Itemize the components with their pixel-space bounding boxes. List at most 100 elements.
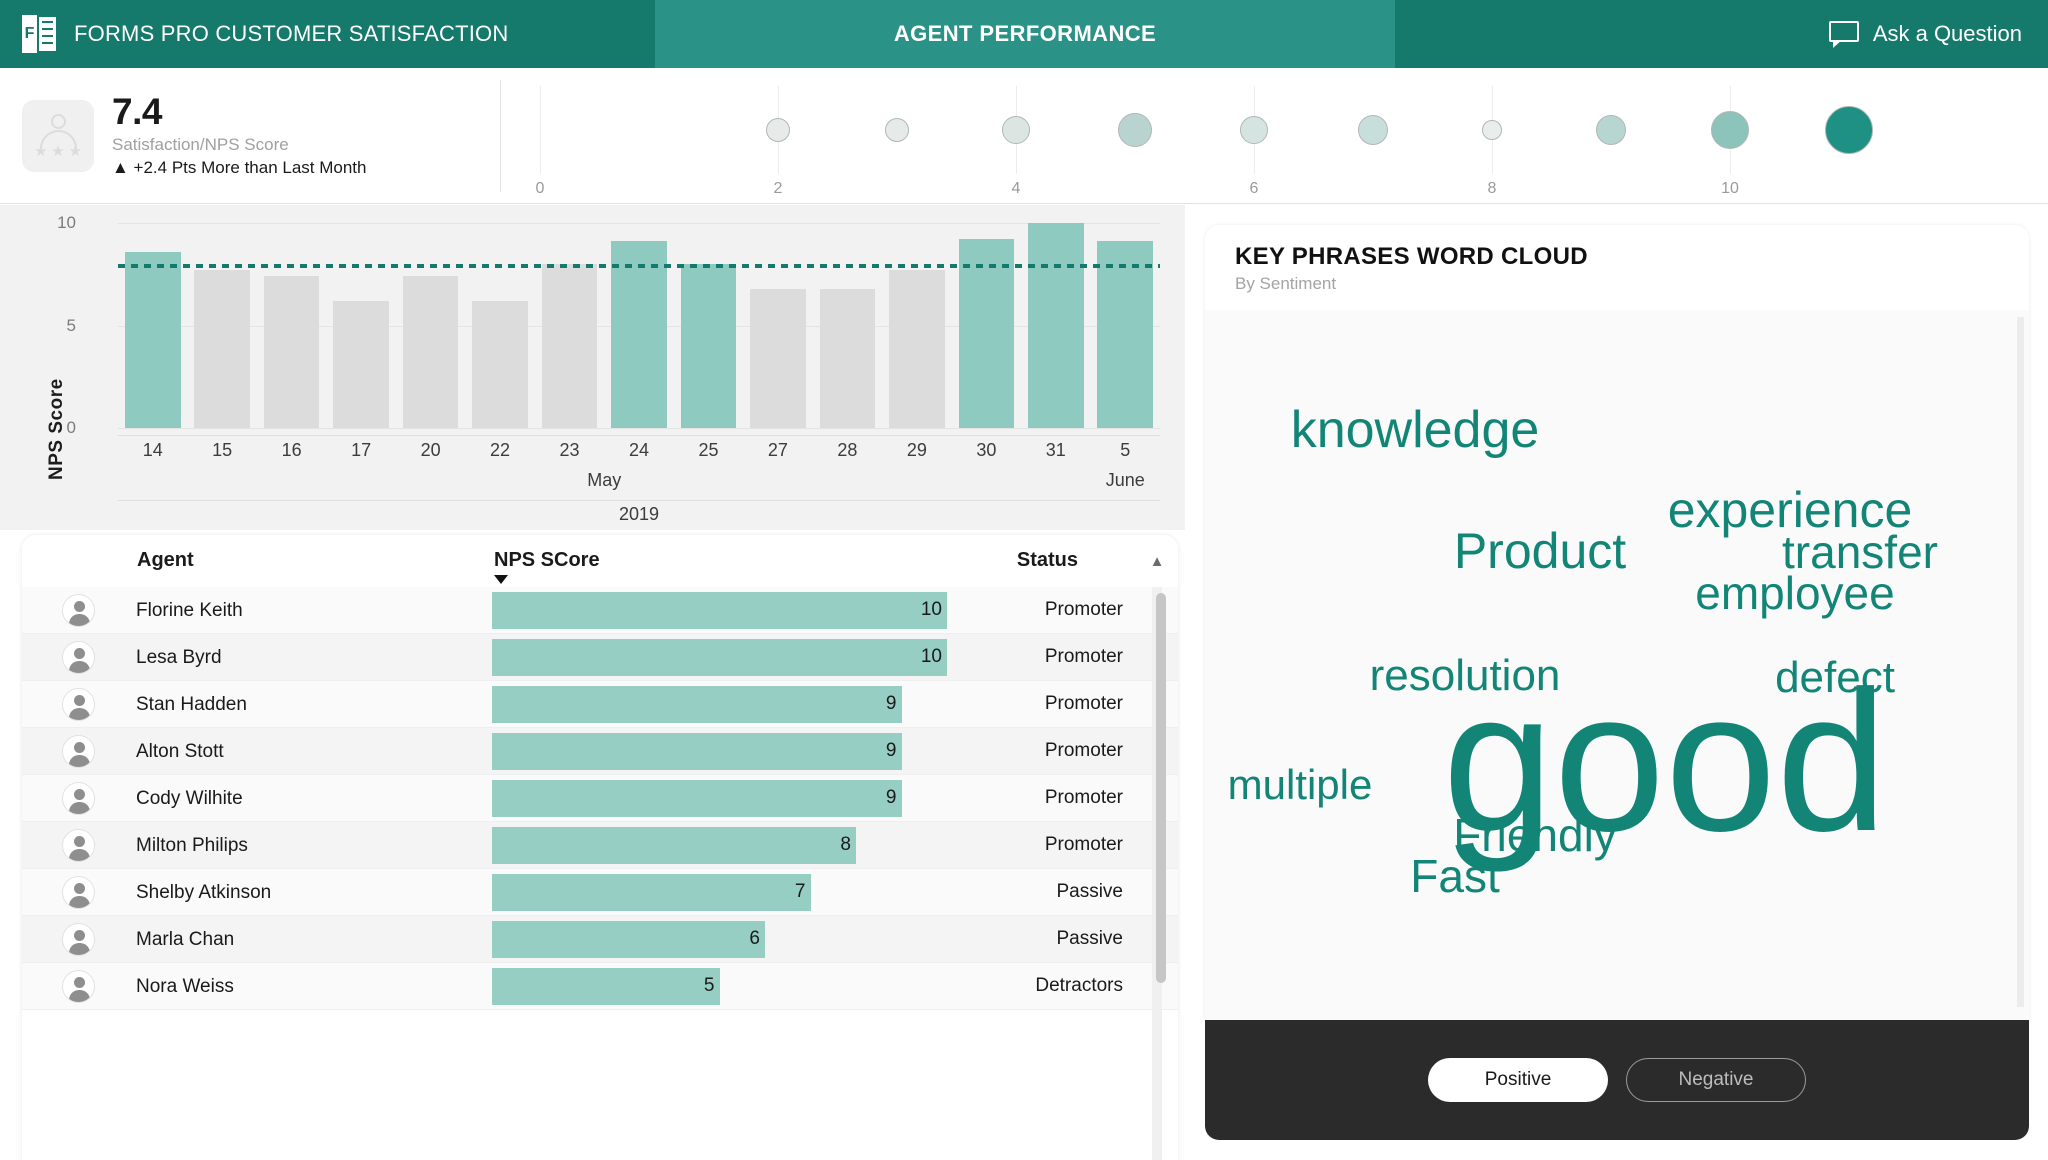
nps-score-bar[interactable] [492, 780, 902, 817]
nps-bubble-8[interactable] [1711, 111, 1749, 149]
table-header-row: Agent NPS SCore Status [22, 535, 1178, 587]
status-badge: Promoter [1044, 834, 1123, 855]
nps-distribution-bubble-scale[interactable]: 0 2 4 6 8 10 [500, 68, 2048, 203]
table-row[interactable]: Nora Weiss 5 Detractors [22, 963, 1178, 1010]
table-row[interactable]: Cody Wilhite 9 Promoter [22, 775, 1178, 822]
x-axis-tick-15: 15 [212, 440, 233, 460]
status-badge: Promoter [1044, 646, 1123, 667]
x-axis-year-group: 2019 [118, 500, 1160, 528]
agent-name: Alton Stott [136, 741, 224, 762]
nps-score-bar-chart[interactable]: NPS Score 0 5 10 May June 2019 14 15 16 17 20 22… [0, 205, 1185, 530]
ask-a-question-button[interactable]: Ask a Question [1395, 0, 2048, 68]
word-cloud-title: KEY PHRASES WORD CLOUD [1235, 243, 1588, 270]
nps-score-bar[interactable] [492, 733, 902, 770]
nps-bar-20[interactable] [402, 276, 459, 428]
nps-bubble-9[interactable] [1825, 106, 1873, 154]
bar-chart-plot-area: 0 5 10 [57, 213, 1160, 437]
nps-bar-17[interactable] [333, 300, 389, 428]
nps-score-bar[interactable] [492, 874, 811, 911]
chart-y-tick-0: 0 [66, 418, 76, 437]
agent-name: Cody Wilhite [136, 788, 243, 809]
nps-bubble-7[interactable] [1596, 115, 1626, 145]
word-cloud-subtitle: By Sentiment [1235, 274, 1337, 293]
chart-y-tick-5: 5 [66, 315, 76, 335]
table-scrollbar[interactable]: ▲ ▼ [1148, 553, 1166, 1160]
table-row[interactable]: Lesa Byrd 10 Promoter [22, 634, 1178, 681]
nps-bar-15[interactable] [194, 270, 250, 428]
avatar [62, 923, 95, 956]
nps-score-bar[interactable] [492, 827, 856, 864]
x-axis-tick-17: 17 [351, 440, 372, 460]
nps-bar-16[interactable] [263, 276, 320, 428]
word-cloud-term-employee[interactable]: employee [1695, 570, 1894, 616]
satisfaction-rating-icon: ★ ★ ★ [22, 99, 94, 172]
nps-bubble-5[interactable] [1358, 115, 1388, 145]
chart-y-tick-10: 10 [57, 213, 76, 232]
kpi-subtitle: Satisfaction/NPS Score [112, 134, 289, 154]
nps-bar-28[interactable] [819, 288, 876, 428]
left-column: NPS Score 0 5 10 May June 2019 14 15 16 17 20 22… [0, 205, 1185, 1160]
nps-bar-5[interactable] [1097, 241, 1154, 428]
x-axis-group-may: May [587, 470, 622, 490]
nps-bar-24[interactable] [611, 241, 667, 428]
sentiment-positive-button[interactable]: Positive [1428, 1058, 1608, 1102]
table-row[interactable]: Marla Chan 6 Passive [22, 916, 1178, 963]
table-row[interactable]: Florine Keith 10 Promoter [22, 587, 1178, 634]
chart-gridline-0 [118, 428, 1160, 429]
word-cloud-term-multiple[interactable]: multiple [1228, 764, 1373, 806]
x-axis-tick-28: 28 [837, 440, 858, 460]
status-badge: Promoter [1044, 740, 1123, 761]
top-navigation-bar: F FORMS PRO CUSTOMER SATISFACTION AGENT … [0, 0, 2048, 68]
word-cloud-term-fast[interactable]: Fast [1410, 853, 1499, 899]
word-cloud-body[interactable]: knowledge experience Product transfer employ… [1205, 310, 2029, 1020]
nps-bubble-4[interactable] [1240, 116, 1268, 144]
table-row[interactable]: Stan Hadden 9 Promoter [22, 681, 1178, 728]
chart-gridline-10 [118, 223, 1160, 224]
word-cloud-scrollbar[interactable] [2017, 317, 2024, 1007]
agent-name: Shelby Atkinson [136, 882, 272, 903]
nps-bar-31[interactable] [1028, 223, 1084, 428]
column-header-nps-score[interactable]: NPS SCore [494, 549, 600, 572]
nps-bar-29[interactable] [889, 270, 945, 428]
sentiment-negative-button[interactable]: Negative [1626, 1058, 1806, 1102]
table-row[interactable]: Shelby Atkinson 7 Passive [22, 869, 1178, 916]
nps-bubble-6[interactable] [1482, 120, 1502, 140]
nps-kpi-card: ★ ★ ★ 7.4 Satisfaction/NPS Score ▲ +2.4 Pt… [0, 68, 500, 203]
nps-bubble-3[interactable] [1118, 113, 1152, 147]
nps-bar-22[interactable] [472, 300, 528, 428]
nps-bubble-1[interactable] [885, 118, 909, 142]
nps-bubble-2[interactable] [1002, 116, 1030, 144]
scrollbar-track[interactable] [1152, 587, 1166, 1160]
scroll-up-icon[interactable]: ▲ [1148, 553, 1166, 573]
tab-agent-performance[interactable]: AGENT PERFORMANCE [655, 0, 1395, 68]
nps-bar-23[interactable] [541, 264, 598, 428]
nps-bubble-0[interactable] [766, 118, 790, 142]
word-cloud-term-knowledge[interactable]: knowledge [1291, 404, 1540, 456]
nps-score-bar[interactable] [492, 592, 947, 629]
sort-descending-icon[interactable] [494, 575, 508, 584]
status-badge: Promoter [1044, 599, 1123, 620]
column-header-status[interactable]: Status [1017, 549, 1078, 572]
status-badge: Passive [1056, 881, 1123, 902]
nps-score-value: 9 [885, 693, 897, 714]
nps-bar-14[interactable] [124, 251, 181, 428]
nps-score-value: 6 [749, 928, 760, 949]
kpi-value: 7.4 [112, 91, 162, 133]
nps-score-bar[interactable] [492, 686, 902, 723]
x-axis-tick-14: 14 [142, 440, 163, 460]
nps-bar-27[interactable] [750, 288, 806, 428]
scrollbar-thumb[interactable] [1156, 593, 1166, 983]
table-row[interactable]: Alton Stott 9 Promoter [22, 728, 1178, 775]
forms-logo-letter: F [22, 15, 37, 53]
nps-bar-25[interactable] [680, 264, 737, 428]
agent-nps-table[interactable]: Agent NPS SCore Status Florine Keith 10 Pr… [22, 535, 1178, 1160]
column-header-agent[interactable]: Agent [137, 549, 194, 572]
status-badge: Passive [1056, 928, 1123, 949]
dashboard-root: F FORMS PRO CUSTOMER SATISFACTION AGENT … [0, 0, 2048, 1160]
bubble-scale-tick-4: 4 [1011, 180, 1021, 197]
nps-score-bar[interactable] [492, 639, 947, 676]
table-row[interactable]: Milton Philips 8 Promoter [22, 822, 1178, 869]
bar-chart-x-axis: May June 2019 14 15 16 17 20 22 23 24 25 27 28 29 30 3… [118, 435, 1160, 527]
x-axis-tick-23: 23 [559, 440, 580, 460]
word-cloud-term-product[interactable]: Product [1454, 526, 1626, 576]
